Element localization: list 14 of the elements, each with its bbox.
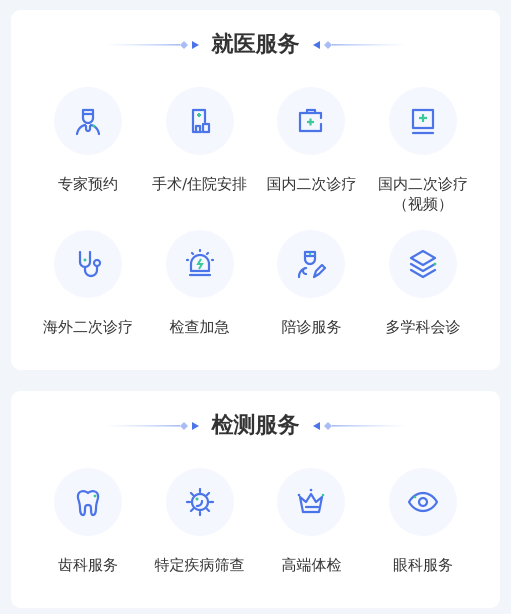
service-label: 眼科服务 (392, 555, 454, 575)
service-label: 检查加急 (168, 317, 231, 337)
service-label: 专家预约 (56, 174, 119, 194)
service-label: 高端体检 (280, 555, 342, 575)
section-title: 就医服务 (212, 31, 300, 59)
service-label: 特定疾病筛查 (154, 555, 246, 575)
section-title: 检测服务 (212, 412, 300, 440)
service-label: 国内二次诊疗 (265, 174, 358, 194)
service-label: 齿科服务 (56, 555, 119, 575)
service-label: 陪诊服务 (280, 317, 342, 337)
service-label: 国内二次诊疗（视频） (377, 174, 470, 214)
service-label: 多学科会诊 (384, 317, 462, 337)
service-label: 海外二次诊疗 (42, 317, 134, 337)
service-label: 手术/住院安排 (151, 174, 248, 194)
